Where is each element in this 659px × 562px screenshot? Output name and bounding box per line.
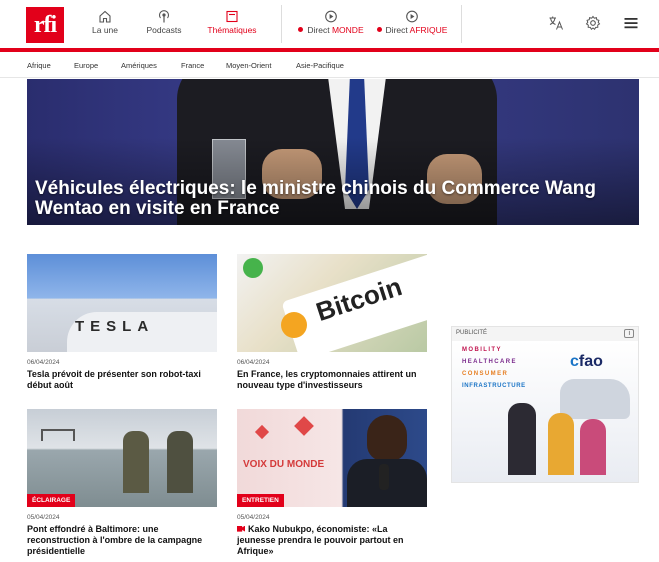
subnav-item-ameriques[interactable]: Amériques [121, 61, 157, 70]
live-dot-icon [376, 27, 382, 33]
article-card[interactable]: Bitcoin 06/04/2024 En France, les crypto… [237, 254, 427, 391]
bridge-detail [41, 429, 75, 441]
direct-label: Direct [385, 25, 408, 35]
subnav-item-moyen-orient[interactable]: Moyen-Orient [226, 61, 271, 70]
article-date: 06/04/2024 [237, 359, 270, 366]
rfi-logo[interactable]: rfi [26, 7, 64, 43]
direct-label: Direct [307, 25, 330, 35]
hero-title[interactable]: Véhicules électriques: le ministre chino… [35, 179, 615, 219]
article-image[interactable]: VOIX DU MONDE ENTRETIEN [237, 409, 427, 507]
ad-brand-letter: c [570, 353, 579, 370]
nav-label: La une [92, 25, 118, 35]
thematiques-icon [226, 10, 238, 23]
article-title[interactable]: En France, les cryptomonnaies attirent u… [237, 369, 427, 391]
ad-brand-logo: cfao [570, 353, 603, 371]
article-badge: ENTRETIEN [237, 494, 284, 507]
soldier-figure [167, 431, 193, 493]
play-icon [406, 10, 418, 23]
region-subnav: Afrique Europe Amériques France Moyen-Or… [0, 52, 659, 78]
subnav-item-afrique[interactable]: Afrique [27, 61, 51, 70]
ad-keyword: HEALTHCARE [462, 359, 517, 365]
person-figure [508, 403, 536, 475]
nav-la-une[interactable]: La une [90, 10, 120, 40]
direct-channel: AFRIQUE [409, 25, 448, 35]
site-header: rfi La une Podcasts Thématiques Direct M… [0, 0, 659, 48]
play-icon [325, 10, 337, 23]
article-badge: ÉCLAIRAGE [27, 494, 76, 507]
subnav-item-france[interactable]: France [181, 61, 204, 70]
article-image-text: VOIX DU MONDE [243, 459, 325, 470]
nav-label: Podcasts [146, 25, 182, 35]
article-image[interactable]: TESLA [27, 254, 217, 352]
ad-info-icon[interactable]: i [624, 329, 634, 338]
nav-podcasts[interactable]: Podcasts [144, 10, 184, 40]
video-icon [237, 525, 245, 532]
advertisement[interactable]: PUBLICITÉ i MOBILITY HEALTHCARE CONSUMER… [451, 326, 639, 483]
car-image [560, 379, 630, 419]
podcast-icon [158, 10, 170, 23]
subnav-item-asie-pacifique[interactable]: Asie-Pacifique [296, 61, 344, 70]
direct-monde-button[interactable]: Direct MONDE [296, 10, 366, 35]
direct-channel: MONDE [331, 25, 364, 35]
microphone-icon [379, 464, 389, 490]
translate-icon[interactable] [548, 15, 564, 31]
article-title[interactable]: Tesla prévoit de présenter son robot-tax… [27, 369, 217, 391]
nav-thematiques[interactable]: Thématiques [206, 10, 258, 40]
decor-shape [294, 416, 314, 436]
ad-keyword: INFRASTRUCTURE [462, 383, 526, 389]
article-date: 05/04/2024 [237, 514, 270, 521]
coin-icon [243, 258, 263, 278]
subnav-item-europe[interactable]: Europe [74, 61, 98, 70]
article-image-text: TESLA [75, 318, 155, 335]
article-image[interactable]: Bitcoin [237, 254, 427, 352]
soldier-figure [123, 431, 149, 493]
article-card[interactable]: ÉCLAIRAGE 05/04/2024 Pont effondré à Bal… [27, 409, 217, 557]
hero-article[interactable]: Véhicules électriques: le ministre chino… [27, 79, 639, 225]
gear-icon[interactable] [585, 15, 601, 31]
article-card[interactable]: VOIX DU MONDE ENTRETIEN 05/04/2024 Kako … [237, 409, 427, 557]
article-date: 06/04/2024 [27, 359, 60, 366]
bitcoin-coin-icon [281, 312, 307, 338]
person-figure [580, 419, 606, 475]
ad-keyword: CONSUMER [462, 371, 509, 377]
article-date: 05/04/2024 [27, 514, 60, 521]
ad-label: PUBLICITÉ [456, 330, 488, 336]
article-title[interactable]: Pont effondré à Baltimore: une reconstru… [27, 524, 217, 557]
ad-keyword: MOBILITY [462, 347, 502, 353]
ad-creative[interactable]: MOBILITY HEALTHCARE CONSUMER INFRASTRUCT… [452, 341, 638, 482]
article-image[interactable]: ÉCLAIRAGE [27, 409, 217, 507]
person-figure [548, 413, 574, 475]
nav-divider [461, 5, 462, 43]
article-title-text: Kako Nubukpo, économiste: «La jeunesse p… [237, 524, 404, 556]
decor-shape [254, 424, 270, 440]
nav-divider [281, 5, 282, 43]
menu-icon[interactable] [623, 15, 639, 31]
article-title[interactable]: Kako Nubukpo, économiste: «La jeunesse p… [237, 524, 427, 557]
live-dot-icon [298, 27, 304, 33]
nav-label: Thématiques [207, 25, 257, 35]
direct-afrique-button[interactable]: Direct AFRIQUE [375, 10, 449, 35]
article-card[interactable]: TESLA 06/04/2024 Tesla prévoit de présen… [27, 254, 217, 391]
home-icon [99, 10, 111, 23]
ad-brand-text: fao [578, 353, 603, 370]
person-figure [367, 415, 407, 461]
